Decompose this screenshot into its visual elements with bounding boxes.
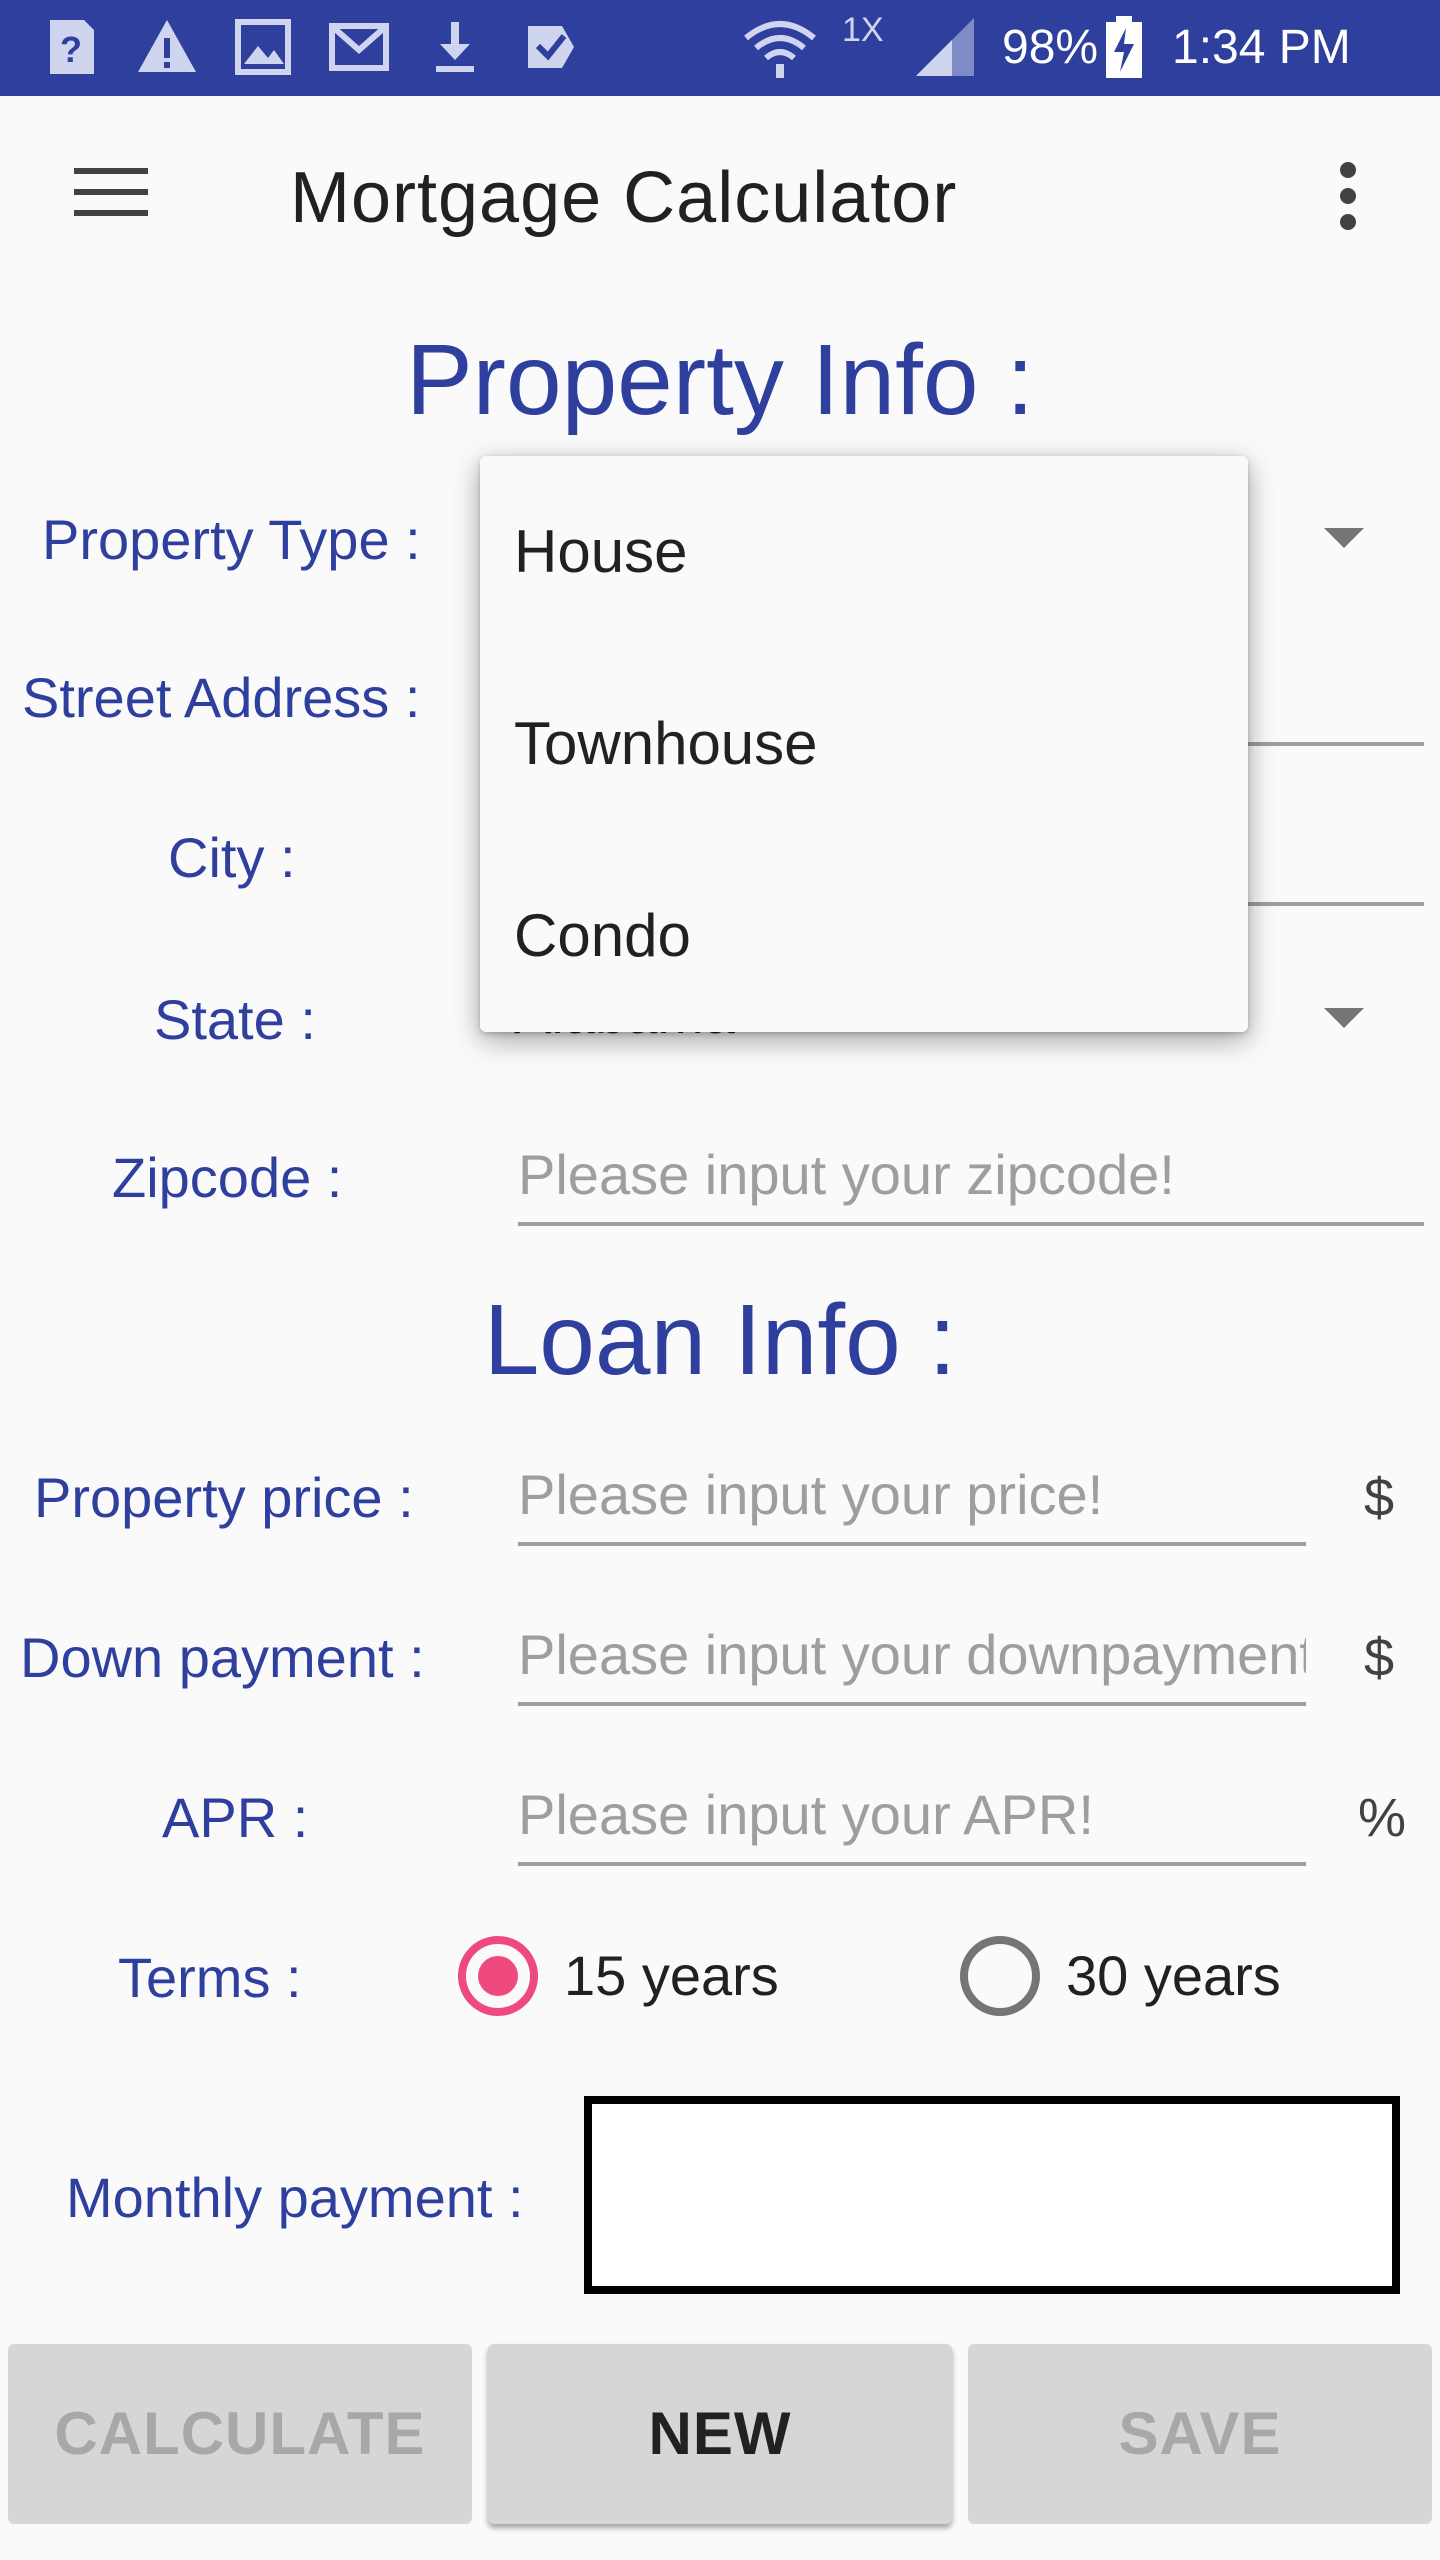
task-icon xyxy=(528,26,574,68)
apr-field[interactable] xyxy=(518,1766,1306,1866)
property-price-field[interactable] xyxy=(518,1446,1306,1546)
loan-info-heading: Loan Info : xyxy=(483,1284,957,1396)
download-icon xyxy=(436,22,474,72)
svg-text:?: ? xyxy=(60,29,82,70)
property-type-dropdown-arrow-icon[interactable] xyxy=(1324,528,1364,548)
dropdown-item-townhouse[interactable]: Townhouse xyxy=(480,648,1248,840)
property-info-heading: Property Info : xyxy=(405,324,1035,436)
state-dropdown-arrow-icon[interactable] xyxy=(1324,1008,1364,1028)
apr-input[interactable] xyxy=(518,1766,1306,1862)
battery-charging-icon xyxy=(1106,16,1142,78)
terms-30-years-label: 30 years xyxy=(1066,1944,1281,2007)
more-vert-icon[interactable] xyxy=(1318,156,1378,236)
zipcode-label: Zipcode : xyxy=(112,1146,343,1209)
state-label: State : xyxy=(154,988,316,1051)
terms-15-years-radio[interactable]: 15 years xyxy=(458,1926,818,2026)
street-address-label: Street Address : xyxy=(22,666,421,729)
save-button[interactable]: SAVE xyxy=(968,2344,1432,2524)
network-type-text: 1X xyxy=(842,11,884,49)
terms-15-years-label: 15 years xyxy=(564,1944,779,2007)
zipcode-field[interactable] xyxy=(518,1126,1424,1226)
city-label: City : xyxy=(168,826,296,889)
radio-unchecked-icon[interactable] xyxy=(960,1936,1040,2016)
zipcode-input[interactable] xyxy=(518,1126,1424,1222)
down-payment-input[interactable] xyxy=(518,1606,1306,1702)
property-type-label: Property Type : xyxy=(42,508,421,571)
gmail-icon xyxy=(329,23,389,71)
hamburger-menu-icon[interactable] xyxy=(64,146,158,240)
price-unit: $ xyxy=(1364,1468,1395,1528)
monthly-payment-output xyxy=(584,2096,1400,2294)
clock: 1:34 PM xyxy=(1172,21,1351,74)
calculate-button[interactable]: CALCULATE xyxy=(8,2344,472,2524)
property-type-dropdown-menu: House Townhouse Condo xyxy=(480,456,1248,1032)
status-bar: ? 1X 98% 1:34 PM xyxy=(0,0,1440,96)
monthly-payment-label: Monthly payment : xyxy=(66,2166,524,2229)
property-price-input[interactable] xyxy=(518,1446,1306,1542)
dropdown-item-house[interactable]: House xyxy=(480,456,1248,648)
down-payment-field[interactable] xyxy=(518,1606,1306,1706)
wifi-icon xyxy=(744,21,816,78)
battery-percent: 98% xyxy=(1002,21,1099,74)
dropdown-item-condo[interactable]: Condo xyxy=(480,840,1248,1032)
property-price-label: Property price : xyxy=(34,1466,414,1529)
terms-30-years-radio[interactable]: 30 years xyxy=(960,1926,1320,2026)
app-bar: Mortgage Calculator xyxy=(0,96,1440,300)
radio-checked-icon[interactable] xyxy=(458,1936,538,2016)
down-payment-unit: $ xyxy=(1364,1628,1395,1688)
terms-label: Terms : xyxy=(118,1946,302,2009)
warning-icon xyxy=(138,20,196,72)
apr-unit: % xyxy=(1358,1788,1407,1848)
app-title: Mortgage Calculator xyxy=(290,158,958,238)
image-icon xyxy=(235,19,291,75)
apr-label: APR : xyxy=(162,1786,309,1849)
help-icon: ? xyxy=(50,20,94,74)
signal-icon xyxy=(916,18,974,76)
down-payment-label: Down payment : xyxy=(20,1626,425,1689)
new-button[interactable]: NEW xyxy=(488,2344,952,2524)
